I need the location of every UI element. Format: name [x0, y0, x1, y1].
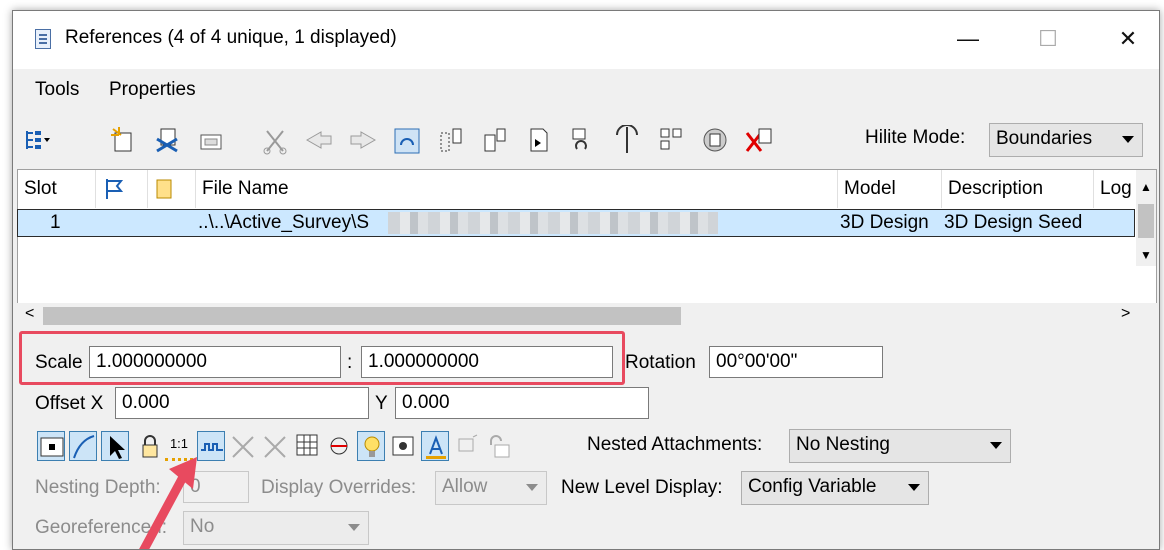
- column-slot[interactable]: Slot: [18, 170, 96, 208]
- text-style-icon[interactable]: [421, 431, 449, 461]
- hilite-mode-select[interactable]: Boundaries: [989, 123, 1143, 157]
- clip-mask-icon[interactable]: [569, 125, 597, 155]
- locate-icon[interactable]: [101, 431, 129, 461]
- chevron-down-icon: [526, 484, 538, 491]
- scroll-thumb[interactable]: [1138, 204, 1154, 238]
- grid-icon[interactable]: [293, 431, 321, 461]
- unlock-icon[interactable]: [485, 431, 513, 461]
- scroll-right-icon[interactable]: >: [1121, 305, 1130, 323]
- row-description: 3D Design Seed: [944, 212, 1083, 233]
- annotation-arrow-icon: [139, 457, 197, 549]
- light-bulb-icon[interactable]: [357, 431, 385, 461]
- main-toolbar: [13, 115, 1159, 165]
- offset-y-label: Y: [375, 393, 388, 414]
- georeferenced-select[interactable]: No: [183, 511, 369, 545]
- chevron-down-icon: [1122, 136, 1134, 143]
- attach-icon[interactable]: [109, 125, 137, 155]
- minimize-button[interactable]: —: [945, 19, 991, 59]
- chevron-down-icon: [908, 484, 920, 491]
- clip-delete-icon[interactable]: [613, 124, 641, 155]
- rotation-label: Rotation: [625, 352, 696, 373]
- title-bar: References (4 of 4 unique, 1 displayed) …: [13, 11, 1159, 69]
- mirror-vertical-icon[interactable]: [481, 125, 509, 155]
- references-table: Slot File Name Model Description Log ▲ ▼: [17, 169, 1157, 305]
- nested-attachments-value: No Nesting: [796, 434, 890, 455]
- file-icon: [156, 179, 172, 199]
- display-overrides-label: Display Overrides:: [261, 477, 417, 498]
- display-toggle-icon[interactable]: [37, 431, 65, 461]
- delete-reference-icon[interactable]: [745, 125, 773, 155]
- close-button[interactable]: ✕: [1105, 19, 1151, 59]
- scale-separator: :: [347, 352, 353, 373]
- column-logical[interactable]: Log: [1094, 170, 1136, 208]
- clip-back-icon[interactable]: [701, 125, 729, 155]
- column-status[interactable]: [148, 170, 196, 208]
- menu-properties[interactable]: Properties: [109, 79, 196, 101]
- cut-icon[interactable]: [261, 125, 289, 155]
- scroll-up-icon[interactable]: ▲: [1140, 180, 1152, 194]
- scale-ref-field[interactable]: [361, 346, 613, 378]
- offset-x-label: Offset X: [35, 393, 104, 414]
- column-model[interactable]: Model: [838, 170, 942, 208]
- offset-x-field[interactable]: [115, 387, 369, 419]
- nested-attachments-select[interactable]: No Nesting: [789, 429, 1011, 463]
- save-view-icon[interactable]: [389, 431, 417, 461]
- clip-front-icon[interactable]: [657, 125, 685, 155]
- globe-icon[interactable]: [325, 431, 353, 461]
- annotation-icon[interactable]: [453, 431, 481, 461]
- maximize-button[interactable]: ☐: [1025, 19, 1071, 59]
- vertical-scrollbar[interactable]: ▲ ▼: [1136, 170, 1156, 266]
- chevron-down-icon: [348, 524, 360, 531]
- rotate-icon[interactable]: [393, 125, 421, 155]
- scale-label: Scale: [35, 352, 83, 373]
- display-overrides-select[interactable]: Allow: [435, 471, 547, 505]
- menu-tools[interactable]: Tools: [35, 79, 79, 101]
- row-file-name: ..\..\Active_Survey\S: [198, 212, 370, 233]
- new-level-display-label: New Level Display:: [561, 477, 723, 498]
- display-overrides-value: Allow: [442, 476, 488, 497]
- scroll-down-icon[interactable]: ▼: [1140, 248, 1152, 262]
- column-file-name[interactable]: File Name: [196, 170, 838, 208]
- chevron-down-icon: [990, 442, 1002, 449]
- move-icon[interactable]: [305, 125, 333, 155]
- row-model: 3D Design: [840, 212, 929, 233]
- rotation-field[interactable]: [709, 346, 883, 378]
- snap-icon[interactable]: [69, 431, 97, 461]
- reload-icon[interactable]: [197, 125, 225, 155]
- tree-view-icon[interactable]: [23, 125, 51, 155]
- new-level-display-select[interactable]: Config Variable: [741, 471, 929, 505]
- scale-line-styles-icon[interactable]: [197, 431, 225, 461]
- offset-y-field[interactable]: [395, 387, 649, 419]
- ignore-attachment-icon[interactable]: [229, 431, 257, 461]
- mirror-horizontal-icon[interactable]: [437, 125, 465, 155]
- column-description[interactable]: Description: [942, 170, 1094, 208]
- scale-master-field[interactable]: [89, 346, 341, 378]
- nested-attachments-label: Nested Attachments:: [587, 434, 763, 455]
- hilite-mode-value: Boundaries: [996, 128, 1093, 149]
- horizontal-scrollbar[interactable]: < >: [17, 303, 1157, 329]
- hilite-mode-label: Hilite Mode:: [865, 127, 966, 148]
- copy-icon[interactable]: [349, 125, 377, 155]
- table-row[interactable]: 1 ..\..\Active_Survey\S 3D Design 3D Des…: [17, 209, 1135, 237]
- document-icon: [35, 29, 51, 49]
- clip-boundary-icon[interactable]: [525, 125, 553, 155]
- new-level-display-value: Config Variable: [748, 476, 877, 497]
- scroll-left-icon[interactable]: <: [25, 305, 34, 323]
- flag-icon: [106, 178, 124, 199]
- redacted-filename: [388, 212, 718, 234]
- references-dialog: References (4 of 4 unique, 1 displayed) …: [12, 10, 1160, 550]
- column-display-flag[interactable]: [96, 170, 148, 208]
- use-lights-icon[interactable]: [261, 431, 289, 461]
- menu-bar: Tools Properties: [13, 69, 1159, 111]
- hscroll-thumb[interactable]: [43, 307, 681, 325]
- detach-icon[interactable]: [153, 125, 181, 155]
- row-slot: 1: [50, 212, 61, 233]
- window-title: References (4 of 4 unique, 1 displayed): [65, 27, 397, 48]
